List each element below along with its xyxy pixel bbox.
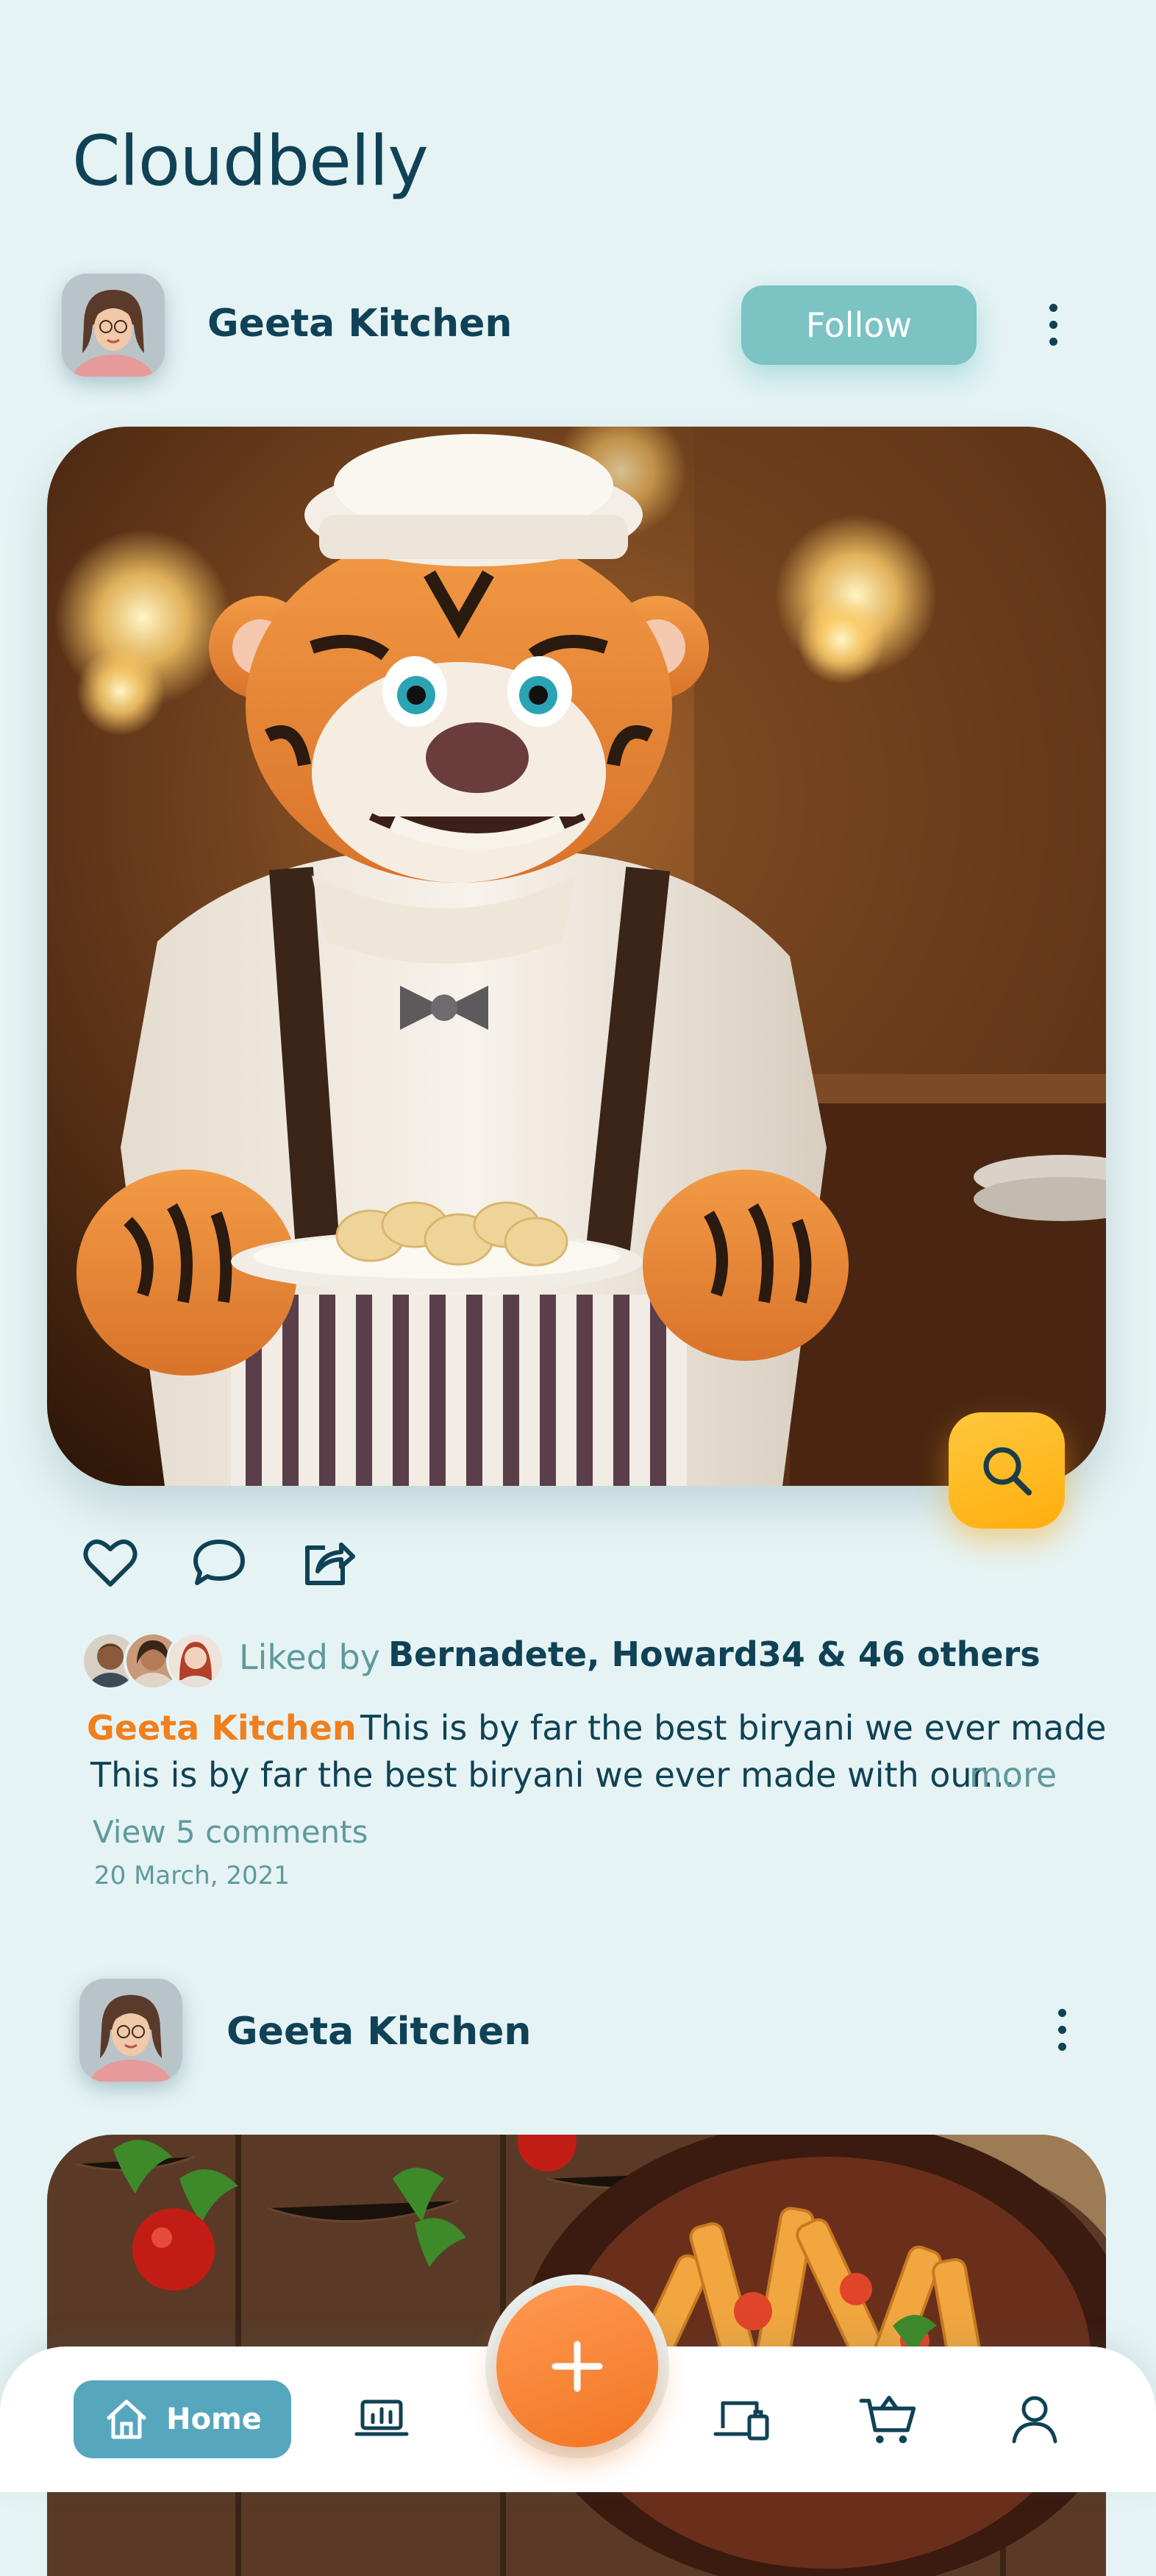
cart-icon bbox=[859, 2395, 916, 2444]
app-title: Cloudbelly bbox=[72, 121, 429, 202]
plus-icon bbox=[552, 2341, 603, 2392]
nav-home-button[interactable]: Home bbox=[74, 2380, 291, 2458]
caption-body: This is by far the best biryani we ever … bbox=[90, 1755, 1016, 1795]
post-author-name[interactable]: Geeta Kitchen bbox=[226, 2010, 531, 2054]
post-author-name[interactable]: Geeta Kitchen bbox=[207, 302, 512, 346]
avatar bbox=[166, 1632, 225, 1690]
caption-title: This is by far the best biryani we ever … bbox=[360, 1708, 1107, 1748]
nav-devices-button[interactable] bbox=[709, 2386, 775, 2452]
post-image[interactable] bbox=[47, 427, 1106, 1486]
liked-by-avatars[interactable] bbox=[81, 1632, 225, 1690]
nav-home-label: Home bbox=[166, 2402, 262, 2436]
nav-profile-button[interactable] bbox=[1002, 2386, 1068, 2452]
devices-icon bbox=[713, 2401, 769, 2441]
follow-button[interactable]: Follow bbox=[741, 285, 977, 365]
share-button[interactable] bbox=[300, 1533, 359, 1595]
like-button[interactable] bbox=[81, 1533, 140, 1595]
laptop-chart-icon bbox=[354, 2399, 409, 2436]
author-avatar[interactable] bbox=[79, 1979, 182, 2082]
more-vertical-icon[interactable] bbox=[1047, 1996, 1077, 2063]
liked-by-names[interactable]: Bernadete, Howard34 & 46 others bbox=[388, 1634, 1041, 1674]
home-icon bbox=[107, 2399, 146, 2439]
search-fab[interactable] bbox=[949, 1412, 1065, 1529]
nav-cart-button[interactable] bbox=[856, 2386, 922, 2452]
add-post-button[interactable] bbox=[496, 2285, 658, 2447]
liked-by-label: Liked by bbox=[239, 1637, 380, 1677]
add-fab-container bbox=[485, 2274, 669, 2458]
search-icon bbox=[983, 1447, 1032, 1495]
user-icon bbox=[1012, 2396, 1057, 2444]
share-icon bbox=[305, 1543, 355, 1585]
comment-button[interactable] bbox=[190, 1533, 249, 1595]
more-vertical-icon[interactable] bbox=[1038, 291, 1068, 357]
caption-author[interactable]: Geeta Kitchen bbox=[87, 1708, 357, 1748]
comment-icon bbox=[193, 1540, 245, 1585]
author-avatar[interactable] bbox=[62, 274, 165, 377]
caption-more-link[interactable]: more bbox=[969, 1755, 1057, 1795]
heart-icon bbox=[83, 1540, 138, 1587]
nav-dashboard-button[interactable] bbox=[349, 2386, 415, 2452]
view-comments-link[interactable]: View 5 comments bbox=[93, 1814, 368, 1850]
post-date: 20 March, 2021 bbox=[94, 1861, 290, 1890]
